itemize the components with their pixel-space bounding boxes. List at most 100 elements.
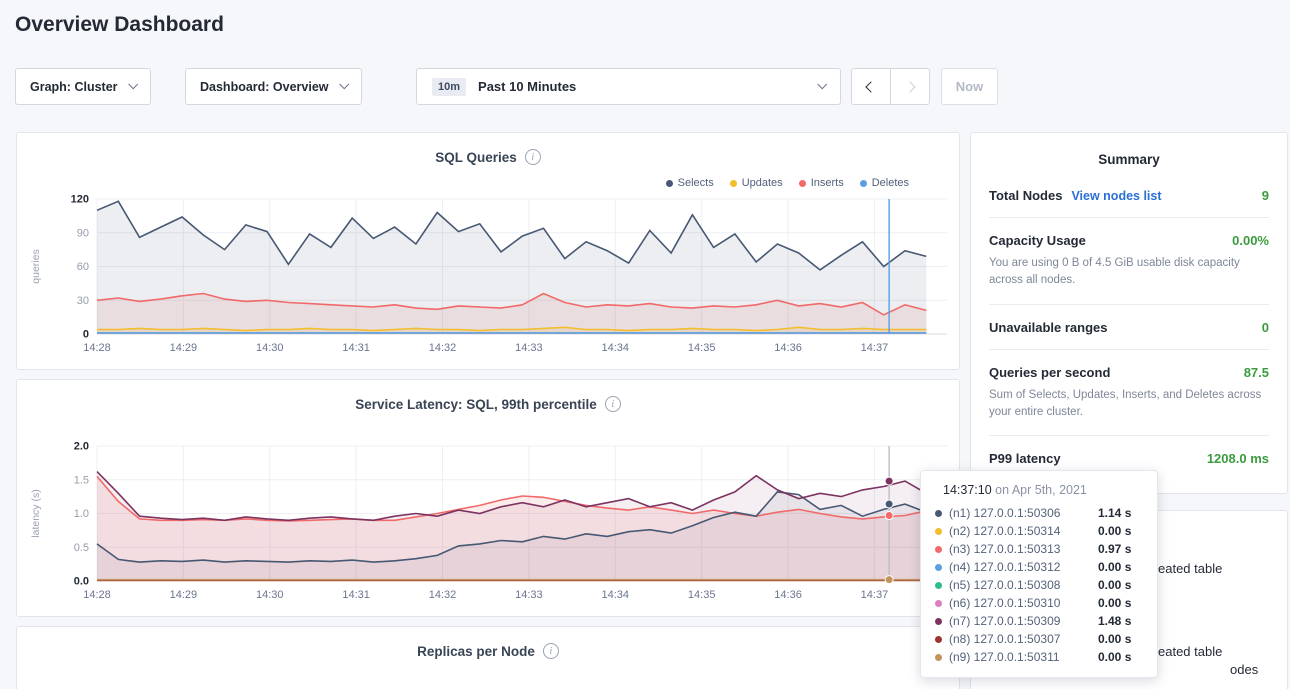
svg-text:14:31: 14:31: [342, 589, 370, 601]
legend-label: Updates: [742, 177, 783, 189]
graph-selector-dropdown[interactable]: Graph: Cluster: [15, 68, 151, 105]
info-icon[interactable]: i: [605, 396, 621, 412]
node-color-dot: [935, 618, 942, 625]
event-item-fragment: odes: [1230, 662, 1258, 677]
svg-text:14:37: 14:37: [861, 589, 889, 601]
svg-text:14:34: 14:34: [602, 342, 630, 354]
tooltip-row: (n1) 127.0.0.1:503061.14 s: [935, 504, 1143, 522]
svg-text:0: 0: [83, 329, 89, 341]
tooltip-node-value: 0.00 s: [1098, 596, 1131, 610]
summary-value: 0.00%: [1232, 233, 1269, 248]
tooltip-node-value: 0.00 s: [1098, 632, 1131, 646]
tooltip-node-value: 0.00 s: [1098, 560, 1131, 574]
chevron-down-icon: [339, 79, 349, 89]
node-color-dot: [935, 528, 942, 535]
sql-queries-legend: Selects Updates Inserts Deletes: [666, 177, 909, 189]
info-icon[interactable]: i: [543, 643, 559, 659]
overview-dashboard-page: Overview Dashboard Graph: Cluster Dashbo…: [0, 0, 1290, 689]
summary-rows: Total NodesView nodes list9Capacity Usag…: [971, 167, 1287, 480]
replicas-per-node-title: Replicas per Node: [417, 644, 535, 659]
tooltip-row: (n7) 127.0.0.1:50309 1.48 s: [935, 612, 1143, 630]
tooltip-node-label: (n1) 127.0.0.1:50306: [949, 506, 1091, 520]
chevron-down-icon: [817, 79, 827, 89]
summary-label: P99 latency: [989, 451, 1061, 466]
tooltip-row: (n2) 127.0.0.1:503140.00 s: [935, 522, 1143, 540]
summary-label: Queries per second: [989, 365, 1110, 380]
replicas-per-node-header: Replicas per Node i: [17, 627, 959, 659]
svg-text:14:29: 14:29: [170, 342, 198, 354]
tooltip-row: (n8) 127.0.0.1:503070.00 s: [935, 630, 1143, 648]
time-forward-button[interactable]: [890, 68, 930, 105]
page-title: Overview Dashboard: [15, 13, 224, 37]
summary-row-top: Capacity Usage 0.00%: [989, 233, 1269, 248]
node-color-dot: [935, 546, 942, 553]
svg-text:14:33: 14:33: [515, 589, 543, 601]
dashboard-selector-label: Dashboard: Overview: [200, 80, 329, 94]
time-range-badge: 10m: [432, 78, 466, 96]
svg-text:120: 120: [71, 194, 89, 206]
tooltip-node-value: 0.00 s: [1098, 578, 1131, 592]
svg-text:14:32: 14:32: [429, 342, 457, 354]
tooltip-row: (n9) 127.0.0.1:503110.00 s: [935, 648, 1143, 666]
tooltip-node-value: 1.48 s: [1098, 614, 1131, 628]
now-button[interactable]: Now: [941, 68, 998, 105]
time-back-button[interactable]: [851, 68, 891, 105]
svg-text:14:35: 14:35: [688, 589, 716, 601]
summary-row-capacity-usage: Capacity Usage0.00%You are using 0 B of …: [989, 218, 1269, 305]
node-color-dot: [935, 582, 942, 589]
summary-row-top: Queries per second 87.5: [989, 365, 1269, 380]
tooltip-time: 14:37:10: [943, 483, 992, 497]
time-range-dropdown[interactable]: 10m Past 10 Minutes: [416, 68, 841, 105]
sql-queries-chart[interactable]: 14:2814:2914:3014:3114:3214:3314:3414:35…: [17, 191, 961, 361]
summary-label: Total Nodes: [989, 188, 1062, 203]
svg-text:1.0: 1.0: [74, 508, 89, 520]
service-latency-title: Service Latency: SQL, 99th percentile: [355, 397, 597, 412]
chart-hover-tooltip: 14:37:10 on Apr 5th, 2021 (n1) 127.0.0.1…: [920, 470, 1158, 678]
legend-label: Deletes: [872, 177, 909, 189]
legend-item-updates[interactable]: Updates: [730, 177, 783, 189]
legend-item-deletes[interactable]: Deletes: [860, 177, 909, 189]
summary-desc: Sum of Selects, Updates, Inserts, and De…: [989, 387, 1269, 422]
legend-item-inserts[interactable]: Inserts: [799, 177, 844, 189]
tooltip-node-label: (n2) 127.0.0.1:50314: [949, 524, 1091, 538]
tooltip-node-label: (n7) 127.0.0.1:50309: [949, 614, 1091, 628]
replicas-per-node-panel: Replicas per Node i: [16, 626, 960, 689]
svg-text:2.0: 2.0: [74, 441, 89, 453]
node-color-dot: [935, 510, 942, 517]
time-range-label: Past 10 Minutes: [478, 79, 806, 94]
tooltip-node-label: (n3) 127.0.0.1:50313: [949, 542, 1091, 556]
graph-selector-label: Graph: Cluster: [30, 80, 118, 94]
summary-link[interactable]: View nodes list: [1071, 189, 1161, 203]
service-latency-chart[interactable]: 14:2814:2914:3014:3114:3214:3314:3414:35…: [17, 438, 961, 608]
svg-text:60: 60: [77, 261, 89, 273]
tooltip-row: (n6) 127.0.0.1:50310 0.00 s: [935, 594, 1143, 612]
node-color-dot: [935, 636, 942, 643]
event-item-fragment: eated table: [1158, 644, 1222, 659]
summary-value: 87.5: [1244, 365, 1269, 380]
chevron-right-icon: [904, 81, 915, 92]
tooltip-node-label: (n9) 127.0.0.1:50311: [949, 650, 1091, 664]
tooltip-row: (n4) 127.0.0.1:503120.00 s: [935, 558, 1143, 576]
legend-item-selects[interactable]: Selects: [666, 177, 714, 189]
svg-text:14:34: 14:34: [602, 589, 630, 601]
summary-label: Unavailable ranges: [989, 320, 1108, 335]
legend-dot: [730, 180, 737, 187]
dashboard-selector-dropdown[interactable]: Dashboard: Overview: [185, 68, 362, 105]
legend-label: Selects: [678, 177, 714, 189]
tooltip-node-value: 0.97 s: [1098, 542, 1131, 556]
tooltip-row: (n5) 127.0.0.1:503080.00 s: [935, 576, 1143, 594]
info-icon[interactable]: i: [525, 149, 541, 165]
svg-text:14:32: 14:32: [429, 589, 457, 601]
svg-text:14:33: 14:33: [515, 342, 543, 354]
summary-value: 1208.0 ms: [1207, 451, 1269, 466]
svg-text:14:30: 14:30: [256, 342, 284, 354]
summary-row-top: Total NodesView nodes list9: [989, 188, 1269, 203]
svg-text:14:36: 14:36: [774, 342, 802, 354]
summary-label: Capacity Usage: [989, 233, 1086, 248]
summary-panel: Summary Total NodesView nodes list9Capac…: [970, 132, 1288, 494]
tooltip-node-label: (n6) 127.0.0.1:50310: [949, 596, 1091, 610]
svg-text:14:35: 14:35: [688, 342, 716, 354]
legend-dot: [860, 180, 867, 187]
svg-text:14:31: 14:31: [342, 342, 370, 354]
legend-dot: [799, 180, 806, 187]
